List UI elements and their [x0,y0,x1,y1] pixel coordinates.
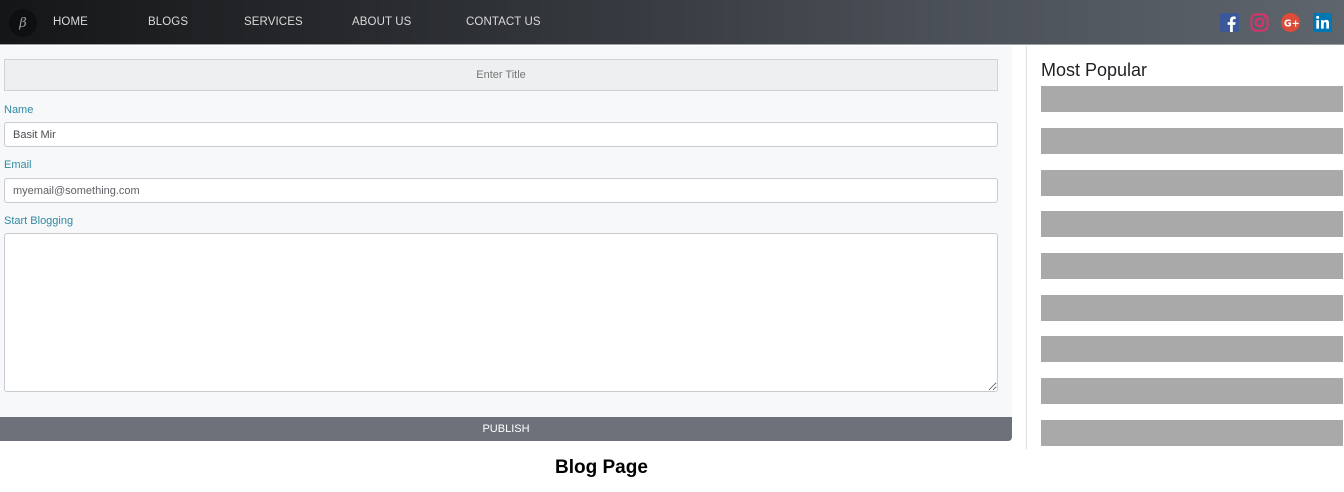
linkedin-icon[interactable] [1313,13,1332,32]
name-input[interactable] [4,122,998,147]
logo-glyph: β [19,15,27,31]
popular-item[interactable] [1041,336,1343,362]
instagram-icon[interactable] [1250,13,1269,32]
page-caption: Blog Page [555,457,648,478]
popular-item[interactable] [1041,170,1343,196]
blog-form-panel: Name Email Start Blogging PUBLISH [0,46,1012,441]
top-navbar: β HOME BLOGS SERVICES ABOUT US CONTACT U… [0,0,1344,45]
email-label: Email [4,159,32,171]
popular-item[interactable] [1041,253,1343,279]
popular-item[interactable] [1041,86,1343,112]
nav-about-link[interactable]: ABOUT US [352,16,411,28]
popular-item[interactable] [1041,378,1343,404]
name-label: Name [4,104,34,116]
blog-content-label: Start Blogging [4,215,74,227]
popular-item[interactable] [1041,420,1343,446]
google-plus-icon[interactable]: G+ [1281,13,1300,32]
nav-services-link[interactable]: SERVICES [244,16,303,28]
popular-item[interactable] [1041,211,1343,237]
nav-blogs-link[interactable]: BLOGS [148,16,188,28]
most-popular-sidebar: Most Popular [1026,46,1344,449]
site-logo[interactable]: β [9,9,37,37]
sidebar-title: Most Popular [1041,60,1148,80]
popular-item[interactable] [1041,128,1343,154]
nav-home-link[interactable]: HOME [53,16,88,28]
nav-contact-link[interactable]: CONTACT US [466,16,541,28]
popular-item[interactable] [1041,295,1343,321]
title-input[interactable] [4,59,998,91]
blog-content-textarea[interactable] [4,233,998,392]
facebook-icon[interactable] [1220,13,1239,32]
svg-text:G+: G+ [1284,18,1300,29]
email-input[interactable] [4,178,998,203]
publish-button[interactable]: PUBLISH [0,417,1012,441]
